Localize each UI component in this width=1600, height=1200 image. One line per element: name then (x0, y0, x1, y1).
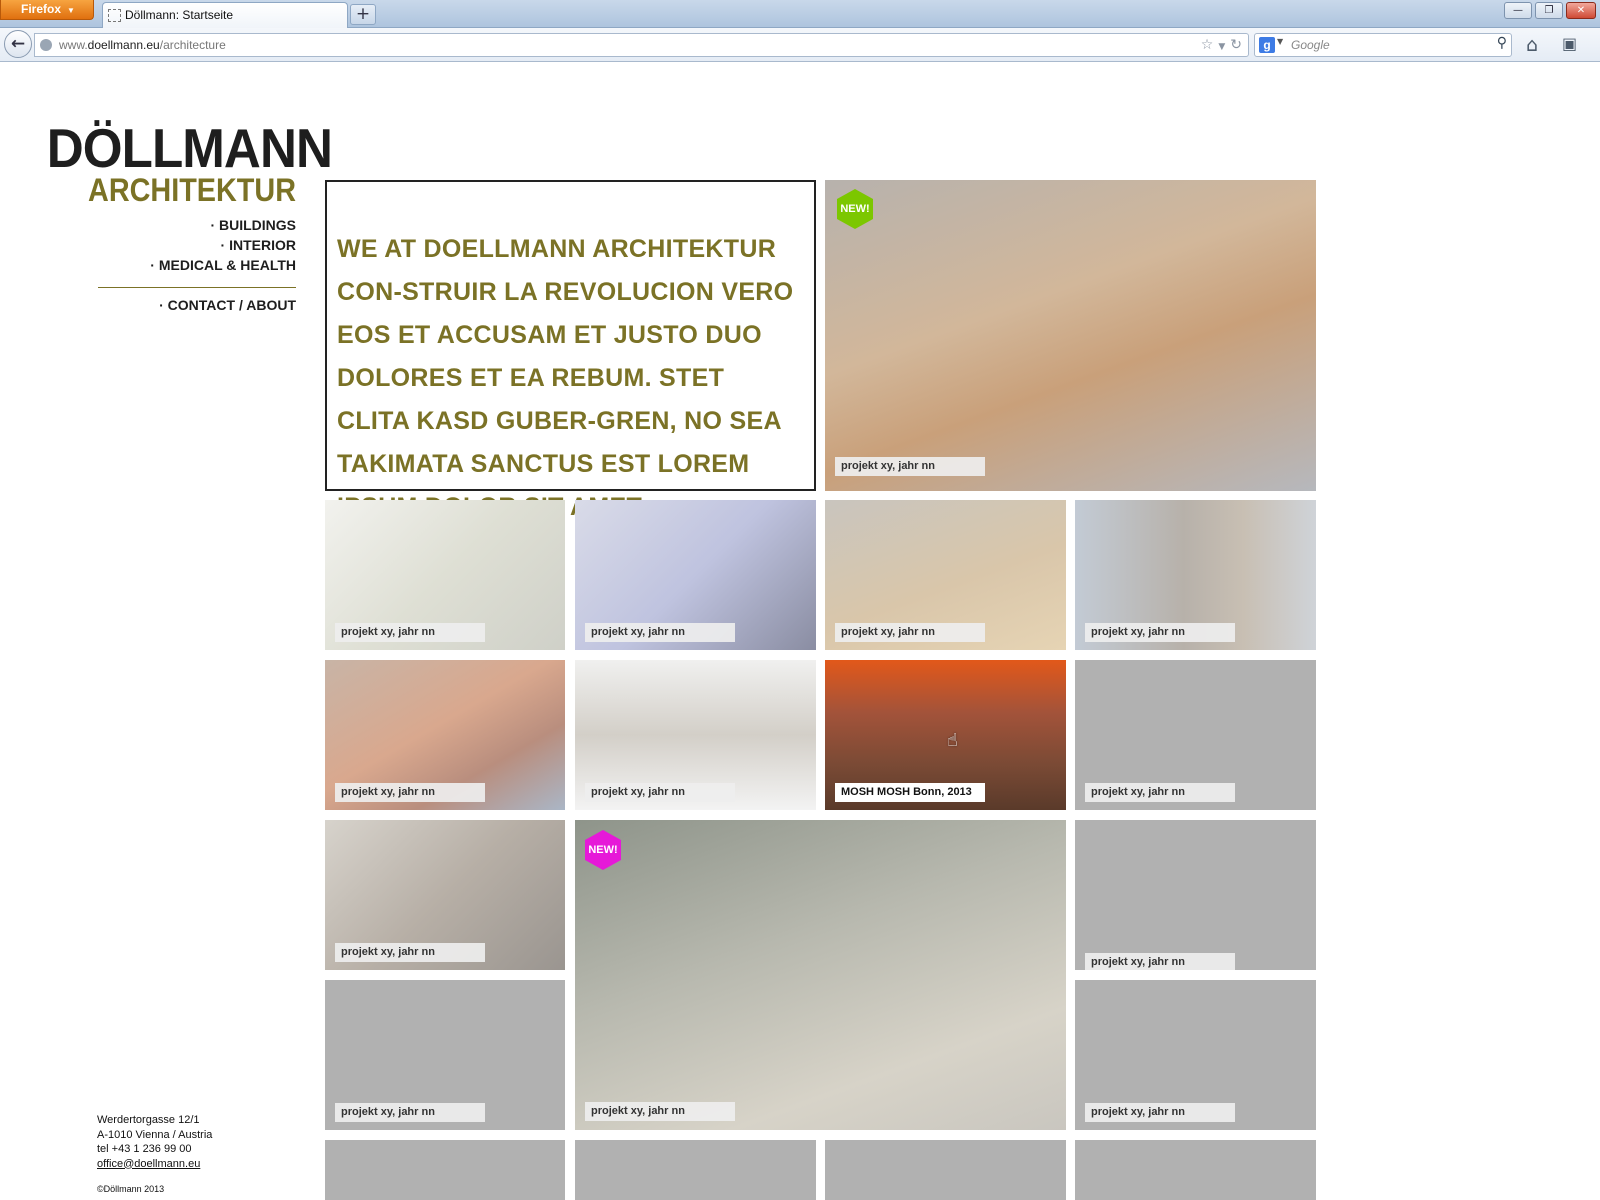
project-tile[interactable]: projekt xy, jahr nn (575, 660, 816, 810)
project-caption: projekt xy, jahr nn (1085, 953, 1235, 970)
new-badge: NEW! (585, 830, 621, 870)
page-icon (108, 9, 121, 22)
new-tab-button[interactable]: + (350, 4, 376, 25)
new-badge: NEW! (837, 189, 873, 229)
nav-divider (98, 287, 296, 288)
google-icon[interactable]: g (1259, 37, 1275, 53)
project-caption: MOSH MOSH Bonn, 2013 (835, 783, 985, 802)
tab-title: Döllmann: Startseite (125, 8, 234, 22)
chevron-down-icon: ▼ (67, 6, 75, 15)
search-bar[interactable]: g ▼ Google ⚲ (1254, 33, 1512, 57)
project-caption: projekt xy, jahr nn (335, 623, 485, 642)
email-link[interactable]: office@doellmann.eu (97, 1157, 212, 1172)
reload-icon[interactable]: ↻ (1230, 37, 1242, 53)
nav-item-medical-health[interactable]: · MEDICAL & HEALTH (60, 255, 296, 275)
project-tile[interactable]: projekt xy, jahr nn (1075, 500, 1316, 650)
nav-item-interior[interactable]: · INTERIOR (60, 235, 296, 255)
project-caption: projekt xy, jahr nn (1085, 1103, 1235, 1122)
project-tile[interactable]: projekt xy, jahr nn (325, 980, 565, 1130)
project-tile-featured[interactable]: NEW! projekt xy, jahr nn (825, 180, 1316, 491)
project-caption: projekt xy, jahr nn (335, 1103, 485, 1122)
address-city: A-1010 Vienna / Austria (97, 1128, 213, 1141)
logo-subtitle[interactable]: ARCHITEKTUR (55, 173, 296, 207)
chevron-down-icon[interactable]: ▼ (1277, 37, 1283, 46)
logo-title[interactable]: DÖLLMANN (47, 121, 333, 176)
project-caption: projekt xy, jahr nn (835, 457, 985, 476)
home-icon[interactable]: ⌂ (1526, 34, 1538, 56)
project-caption: projekt xy, jahr nn (1085, 783, 1235, 802)
firefox-menu-button[interactable]: Firefox ▼ (0, 0, 94, 20)
nav-item-contact-about[interactable]: · CONTACT / ABOUT (60, 295, 296, 315)
intro-text: WE AT DOELLMANN ARCHITEKTUR CON-STRUIR L… (325, 180, 816, 521)
copyright: ©Döllmann 2013 (97, 1184, 165, 1194)
url-text[interactable]: www.doellmann.eu/architecture (59, 34, 226, 56)
restore-button[interactable]: ❐ (1535, 2, 1563, 19)
project-caption: projekt xy, jahr nn (585, 783, 735, 802)
project-tile[interactable] (1075, 1140, 1316, 1200)
project-tile[interactable]: projekt xy, jahr nn (1075, 980, 1316, 1130)
project-tile-featured[interactable]: NEW! projekt xy, jahr nn (575, 820, 1066, 1130)
tab-active[interactable]: Döllmann: Startseite (102, 2, 348, 29)
project-caption: projekt xy, jahr nn (335, 943, 485, 962)
project-tile[interactable]: projekt xy, jahr nn (325, 660, 565, 810)
project-tile[interactable]: projekt xy, jahr nn (325, 820, 565, 970)
search-input[interactable]: Google (1291, 34, 1330, 56)
main-nav: · BUILDINGS · INTERIOR · MEDICAL & HEALT… (60, 215, 296, 275)
project-tile[interactable]: projekt xy, jahr nn (1075, 820, 1316, 970)
globe-icon (40, 39, 52, 51)
secondary-nav: · CONTACT / ABOUT (60, 295, 296, 315)
project-tile[interactable]: projekt xy, jahr nn (325, 500, 565, 650)
project-caption: projekt xy, jahr nn (1085, 623, 1235, 642)
address-block: Werdertorgasse 12/1 A-1010 Vienna / Aust… (97, 1113, 212, 1171)
project-tile[interactable]: projekt xy, jahr nn (1075, 660, 1316, 810)
address-street: Werdertorgasse 12/1 (97, 1114, 200, 1126)
project-caption: projekt xy, jahr nn (585, 623, 735, 642)
back-button[interactable]: ← (4, 30, 32, 58)
star-icon[interactable]: ☆ (1201, 37, 1214, 53)
navigation-bar: ← www.doellmann.eu/architecture ☆ ▼ ↻ g ▼ … (0, 28, 1600, 62)
nav-item-buildings[interactable]: · BUILDINGS (60, 215, 296, 235)
project-tile[interactable]: projekt xy, jahr nn (825, 500, 1066, 650)
project-caption: projekt xy, jahr nn (585, 1102, 735, 1121)
address-tel: tel +43 1 236 99 00 (97, 1143, 192, 1155)
project-caption: projekt xy, jahr nn (835, 623, 985, 642)
web-page: DÖLLMANN ARCHITEKTUR · BUILDINGS · INTER… (0, 63, 1600, 1200)
url-bar[interactable]: www.doellmann.eu/architecture ☆ ▼ ↻ (34, 33, 1249, 57)
tab-bar: Firefox ▼ Döllmann: Startseite + — ❐ ✕ (0, 0, 1600, 29)
project-tile[interactable]: MOSH MOSH Bonn, 2013 ☝ (825, 660, 1066, 810)
search-icon[interactable]: ⚲ (1497, 35, 1507, 51)
bookmarks-icon[interactable]: ▣ (1562, 34, 1577, 53)
close-button[interactable]: ✕ (1566, 2, 1596, 19)
project-tile[interactable] (575, 1140, 816, 1200)
project-tile[interactable] (825, 1140, 1066, 1200)
hand-cursor-icon: ☝ (947, 730, 958, 751)
project-tile[interactable] (325, 1140, 565, 1200)
minimize-button[interactable]: — (1504, 2, 1532, 19)
project-tile[interactable]: projekt xy, jahr nn (575, 500, 816, 650)
chevron-down-icon[interactable]: ▼ (1218, 42, 1225, 52)
project-caption: projekt xy, jahr nn (335, 783, 485, 802)
